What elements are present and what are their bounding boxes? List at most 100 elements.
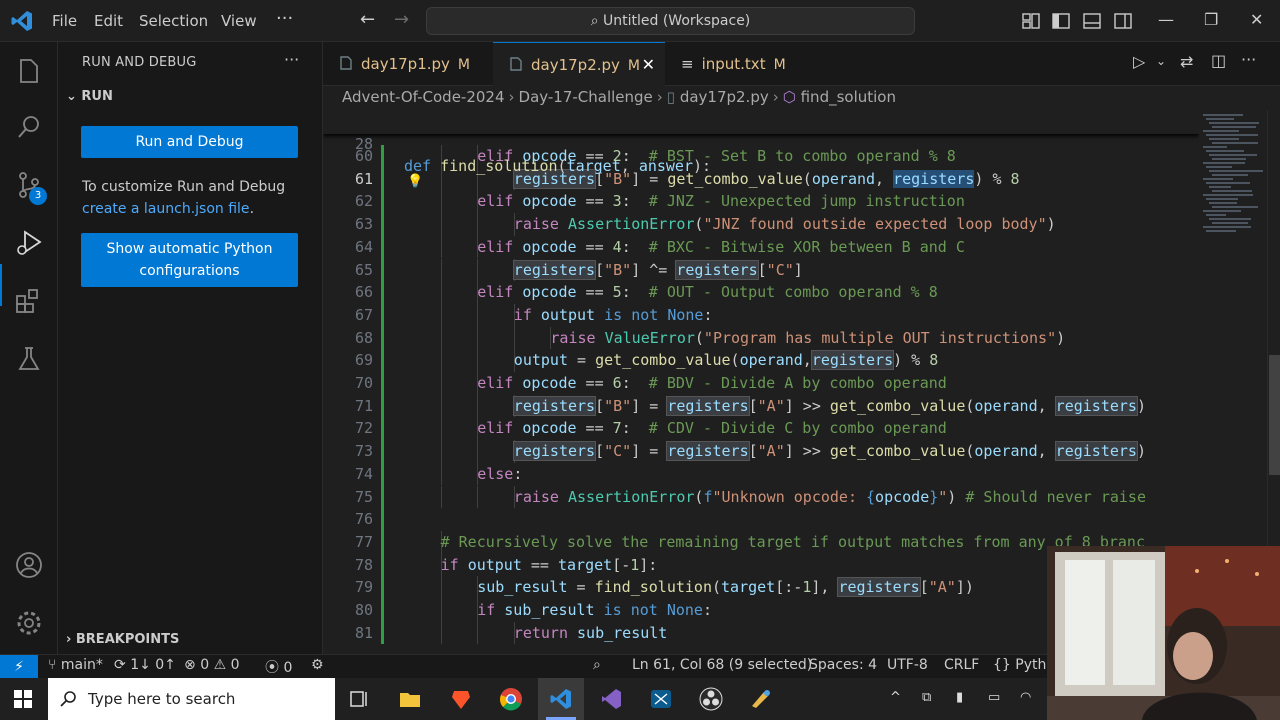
back-arrow-icon[interactable]: ←: [360, 9, 375, 30]
encoding[interactable]: UTF-8: [887, 657, 928, 673]
title-bar: File Edit Selection View ··· ← → ⌕ Untit…: [0, 0, 1280, 42]
tray-battery-icon[interactable]: ▭: [988, 690, 1000, 705]
toggle-primary-sidebar-icon[interactable]: [1051, 11, 1071, 31]
tab-label: input.txt: [701, 55, 766, 73]
windows-start-icon[interactable]: [14, 690, 32, 708]
breadcrumb-item[interactable]: day17p2.py: [680, 88, 769, 106]
python-file-icon: [510, 57, 522, 71]
extensions-icon[interactable]: [14, 286, 44, 316]
split-editor-icon[interactable]: ◫: [1211, 51, 1226, 70]
explorer-icon[interactable]: [14, 56, 44, 86]
code-line[interactable]: 70 elif opcode == 6: # BDV - Divide A by …: [323, 372, 1199, 395]
run-and-debug-button[interactable]: Run and Debug: [81, 126, 298, 158]
tab-input-txt[interactable]: ≡ input.txt M: [665, 42, 815, 86]
sync-status[interactable]: ⟳ 1↓ 0↑: [114, 657, 176, 673]
task-view-icon[interactable]: [347, 687, 371, 711]
search-icon[interactable]: [14, 112, 44, 142]
code-line[interactable]: 73 registers["C"] = registers["A"] >> get…: [323, 440, 1199, 463]
ports-status[interactable]: ⦿ 0: [265, 657, 292, 677]
scrollbar-thumb[interactable]: [1269, 355, 1280, 475]
minimap-line: [1212, 206, 1258, 208]
testing-icon[interactable]: [14, 344, 44, 374]
sidebar-more-icon[interactable]: ···: [284, 50, 299, 69]
code-line[interactable]: 62 elif opcode == 3: # JNZ - Unexpected j…: [323, 190, 1199, 214]
code-line[interactable]: 74 else:: [323, 462, 1199, 486]
taskbar-search-box[interactable]: Type here to search: [48, 678, 335, 720]
snipping-icon[interactable]: [649, 687, 673, 711]
sticky-scroll-header[interactable]: 28 def find_solution(target, answer):: [323, 110, 1199, 175]
file-explorer-icon[interactable]: [398, 687, 422, 711]
menu-edit[interactable]: Edit: [94, 12, 123, 30]
settings-gear-icon[interactable]: [14, 608, 44, 638]
indentation[interactable]: Spaces: 4: [809, 657, 877, 673]
tray-chevron-icon[interactable]: ^: [890, 690, 901, 705]
line-ending[interactable]: CRLF: [944, 657, 979, 673]
toggle-panel-icon[interactable]: [1082, 11, 1102, 31]
run-dropdown-chevron-icon[interactable]: ⌄: [1156, 54, 1166, 68]
code-line[interactable]: 72 elif opcode == 7: # CDV - Divide C by …: [323, 417, 1199, 441]
remote-indicator-icon[interactable]: ⚡: [0, 655, 38, 679]
minimap-line: [1209, 170, 1263, 172]
code-line[interactable]: 65 registers["B"] ^= registers["C"]: [323, 258, 1199, 282]
tab-day17p1[interactable]: day17p1.py M: [323, 42, 493, 86]
run-section-header[interactable]: ⌄ RUN: [66, 89, 113, 104]
modified-indicator: M: [773, 57, 786, 73]
language-mode[interactable]: {} Pytho: [993, 657, 1055, 673]
run-debug-icon[interactable]: [14, 228, 44, 258]
tray-wifi-icon[interactable]: ◠: [1020, 690, 1031, 705]
breadcrumb-item[interactable]: find_solution: [801, 88, 896, 106]
tray-app-icon[interactable]: ⧉: [922, 690, 931, 705]
tab-day17p2[interactable]: day17p2.py M ✕: [493, 42, 665, 86]
code-line[interactable]: 66 elif opcode == 5: # OUT - Output combo…: [323, 281, 1199, 304]
code-line[interactable]: 67 if output is not None:: [323, 303, 1199, 327]
command-center-search[interactable]: ⌕ Untitled (Workspace): [426, 7, 915, 35]
run-file-icon[interactable]: ▷: [1133, 52, 1145, 71]
code-line[interactable]: 63 raise AssertionError("JNZ found outsid…: [323, 213, 1199, 236]
python-file-icon: [340, 56, 352, 70]
restore-icon[interactable]: ❐: [1204, 10, 1218, 29]
vscode-icon[interactable]: [549, 687, 573, 711]
cursor-position[interactable]: Ln 61, Col 68 (9 selected): [632, 657, 812, 673]
code-line[interactable]: 69 output = get_combo_value(operand,regis…: [323, 349, 1199, 372]
line-number: 71: [354, 396, 373, 415]
close-icon[interactable]: ✕: [1250, 10, 1263, 29]
zoom-icon[interactable]: ⌕: [593, 657, 601, 673]
breadcrumb-item[interactable]: Advent-Of-Code-2024: [342, 88, 505, 106]
code-line[interactable]: 75 raise AssertionError(f"Unknown opcode:…: [323, 485, 1199, 509]
show-python-configurations-button[interactable]: Show automatic Python configurations: [81, 233, 298, 287]
accounts-icon[interactable]: [14, 550, 44, 580]
obs-icon[interactable]: [699, 687, 723, 711]
code-line[interactable]: 64 elif opcode == 4: # BXC - Bitwise XOR …: [323, 235, 1199, 259]
brave-icon[interactable]: [449, 687, 473, 711]
branch-status[interactable]: ⑂ main*: [48, 657, 103, 673]
debug-status-icon[interactable]: ⚙: [311, 657, 324, 673]
menu-file[interactable]: File: [52, 12, 77, 30]
close-tab-icon[interactable]: ✕: [642, 43, 655, 87]
compare-changes-icon[interactable]: ⇄: [1180, 52, 1193, 71]
toggle-secondary-sidebar-icon[interactable]: [1113, 11, 1133, 31]
code-line[interactable]: 76: [323, 508, 1199, 531]
code-text: registers["C"] = registers["A"] >> get_c…: [512, 441, 1146, 462]
create-launch-json-link[interactable]: create a launch.json file: [82, 201, 250, 217]
modified-indicator: M: [457, 57, 471, 73]
forward-arrow-icon[interactable]: →: [394, 9, 409, 30]
line-number: 69: [354, 351, 373, 370]
code-line[interactable]: 71 registers["B"] = registers["A"] >> get…: [323, 394, 1199, 418]
editor-more-icon[interactable]: ···: [1241, 50, 1256, 69]
tray-microphone-icon[interactable]: ▮: [956, 690, 963, 705]
breadcrumb-item[interactable]: Day-17-Challenge: [519, 88, 653, 106]
minimize-icon[interactable]: —: [1158, 10, 1174, 29]
menu-selection[interactable]: Selection: [139, 12, 208, 30]
code-line[interactable]: 68 raise ValueError("Program has multiple…: [323, 326, 1199, 350]
warning-icon: ⚠: [213, 657, 231, 673]
problems-status[interactable]: ⊗ 0 ⚠ 0: [184, 657, 240, 673]
menu-more-icon[interactable]: ···: [276, 8, 293, 29]
menu-view[interactable]: View: [221, 12, 257, 30]
line-number: 75: [354, 487, 373, 506]
breakpoints-section-header[interactable]: › BREAKPOINTS: [66, 632, 179, 647]
customize-layout-icon[interactable]: [1021, 11, 1041, 31]
visual-studio-icon[interactable]: [599, 687, 623, 711]
indent-guide: [440, 440, 442, 463]
paint-icon[interactable]: [749, 687, 773, 711]
chrome-icon[interactable]: [499, 687, 523, 711]
